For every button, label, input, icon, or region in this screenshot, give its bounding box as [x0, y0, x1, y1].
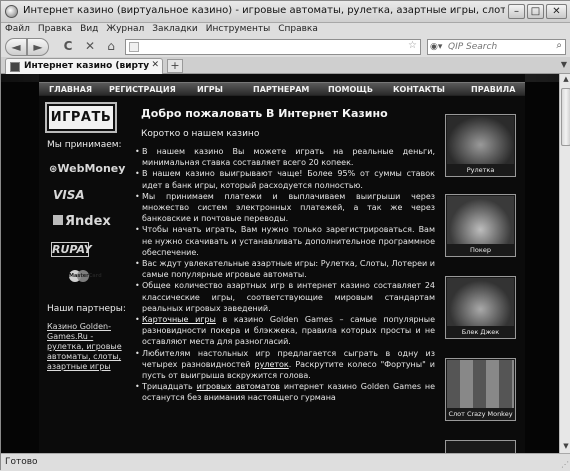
title-bar: Интернет казино (виртуальное казино) - и… — [1, 1, 570, 23]
partners-label: Наши партнеры: — [47, 304, 126, 314]
main-column: Добро пожаловать В Интернет Казино Корот… — [135, 96, 437, 453]
play-button[interactable]: ИГРАТЬ — [47, 104, 115, 131]
visa-logo: VISA — [53, 188, 85, 202]
slot-machines-link[interactable]: игровых автоматов — [197, 382, 280, 391]
menu-edit[interactable]: Правка — [34, 23, 76, 34]
stop-icon[interactable]: ✕ — [81, 38, 99, 56]
page-content: ГЛАВНАЯ РЕГИСТРАЦИЯ ИГРЫ ПАРТНЕРАМ ПОМОЩ… — [1, 74, 559, 453]
game-caption: Покер — [470, 246, 491, 254]
close-button[interactable]: ✕ — [546, 4, 567, 19]
scroll-up-icon[interactable]: ▲ — [561, 75, 570, 85]
slot-machine-image — [447, 360, 514, 408]
reload-icon[interactable]: C — [59, 38, 77, 56]
roulette-wheel-image — [447, 116, 514, 164]
page-icon — [129, 42, 139, 52]
tab-list-icon[interactable]: ▼ — [561, 60, 567, 69]
list-item: Мы принимаем платежи и выплачиваем выигр… — [135, 191, 435, 225]
nav-help[interactable]: ПОМОЩЬ — [328, 85, 373, 94]
forward-button[interactable]: ► — [27, 38, 49, 56]
poker-table-image — [447, 196, 514, 244]
nav-registration[interactable]: РЕГИСТРАЦИЯ — [109, 85, 176, 94]
nav-partners[interactable]: ПАРТНЕРАМ — [253, 85, 309, 94]
webmoney-logo: ⊛WebMoney — [49, 162, 126, 175]
game-caption: Рулетка — [466, 166, 495, 174]
firefox-icon — [5, 5, 18, 18]
navigation-toolbar: ◄ ► C ✕ ⌂ ☆ ◉▾ ⌕ — [1, 37, 570, 57]
game-blackjack[interactable]: Блек Джек — [445, 276, 516, 339]
search-engine-icon[interactable]: ◉▾ — [430, 42, 442, 52]
nav-rules[interactable]: ПРАВИЛА — [471, 85, 515, 94]
nav-games[interactable]: ИГРЫ — [197, 85, 223, 94]
menu-file[interactable]: Файл — [1, 23, 34, 34]
status-bar: Готово ⋰ — [1, 453, 570, 471]
address-bar[interactable]: ☆ — [125, 39, 421, 55]
site-container: ГЛАВНАЯ РЕГИСТРАЦИЯ ИГРЫ ПАРТНЕРАМ ПОМОЩ… — [39, 74, 525, 453]
game-roulette[interactable]: Рулетка — [445, 114, 516, 177]
feature-list: В нашем казино Вы можете играть на реаль… — [135, 146, 435, 404]
nav-home[interactable]: ГЛАВНАЯ — [49, 85, 92, 94]
list-item: В нашем казино Вы можете играть на реаль… — [135, 146, 435, 168]
new-tab-button[interactable]: + — [167, 59, 183, 73]
menu-bookmarks[interactable]: Закладки — [148, 23, 202, 34]
list-item: В нашем казино выигрывают чаще! Более 95… — [135, 168, 435, 190]
nav-contacts[interactable]: КОНТАКТЫ — [393, 85, 445, 94]
menu-tools[interactable]: Инструменты — [202, 23, 274, 34]
search-box[interactable]: ◉▾ ⌕ — [427, 39, 566, 55]
tab-favicon-icon — [10, 62, 20, 72]
menu-history[interactable]: Журнал — [102, 23, 148, 34]
list-item: Чтобы начать играть, Вам нужно только за… — [135, 224, 435, 258]
list-item: Вас ждут увлекательные азартные игры: Ру… — [135, 258, 435, 280]
vertical-scrollbar[interactable]: ▲ ▼ — [559, 74, 570, 453]
list-item: Трицадцать игровых автоматов интернет ка… — [135, 381, 435, 403]
browser-window: Интернет казино (виртуальное казино) - и… — [0, 0, 570, 471]
partner-link[interactable]: Казино Golden-Games.Ru - рулетка, игровы… — [47, 322, 129, 372]
yandex-money-logo: Яndex — [53, 214, 113, 229]
search-icon[interactable]: ⌕ — [556, 40, 562, 51]
page-heading: Добро пожаловать В Интернет Казино — [141, 107, 388, 120]
rupay-logo: RUPAY — [51, 242, 92, 257]
minimize-button[interactable]: – — [508, 4, 525, 19]
back-button[interactable]: ◄ — [5, 38, 27, 56]
scroll-thumb[interactable] — [561, 88, 570, 146]
status-text: Готово — [5, 457, 38, 467]
maximize-button[interactable]: □ — [527, 4, 544, 19]
tab-label: Интернет казино (виртуальное казино) - и… — [24, 61, 149, 71]
tab-close-icon[interactable]: ✕ — [151, 60, 159, 70]
game-crazy-monkey[interactable]: Слот Crazy Monkey — [445, 358, 516, 421]
games-sidebar: Рулетка Покер Блек Джек Слот Crazy Monke… — [439, 96, 525, 453]
tab-strip: Интернет казино (виртуальное казино) - и… — [1, 57, 570, 74]
site-nav: ГЛАВНАЯ РЕГИСТРАЦИЯ ИГРЫ ПАРТНЕРАМ ПОМОЩ… — [39, 82, 525, 96]
list-item: Общее количество азартных игр в интернет… — [135, 280, 435, 314]
tab-active[interactable]: Интернет казино (виртуальное казино) - и… — [5, 58, 163, 74]
mastercard-logo: MasterCard — [69, 270, 102, 282]
game-caption: Слот Crazy Monkey — [448, 410, 513, 418]
home-icon[interactable]: ⌂ — [102, 38, 120, 56]
list-item: Любителям настольных игр предлагается сы… — [135, 348, 435, 382]
page-subheading: Коротко о нашем казино — [141, 129, 260, 139]
game-caption: Блек Джек — [461, 328, 500, 336]
window-title: Интернет казино (виртуальное казино) - и… — [23, 5, 505, 16]
resize-grip-icon[interactable]: ⋰ — [561, 460, 569, 469]
blackjack-table-image — [447, 278, 514, 326]
menu-view[interactable]: Вид — [76, 23, 102, 34]
scroll-down-icon[interactable]: ▼ — [561, 442, 570, 452]
game-next[interactable] — [445, 440, 516, 453]
card-games-link[interactable]: Карточные игры — [142, 315, 216, 324]
list-item: Карточные игры в казино Golden Games – с… — [135, 314, 435, 348]
bookmark-star-icon[interactable]: ☆ — [408, 40, 417, 51]
menu-help[interactable]: Справка — [274, 23, 322, 34]
left-sidebar: ИГРАТЬ Мы принимаем: ⊛WebMoney VISA Яnde… — [39, 96, 133, 453]
search-input[interactable] — [448, 41, 548, 53]
roulette-link[interactable]: рулеток — [255, 360, 289, 369]
game-poker[interactable]: Покер — [445, 194, 516, 257]
payments-label: Мы принимаем: — [47, 140, 122, 150]
menu-bar: Файл Правка Вид Журнал Закладки Инструме… — [1, 23, 570, 37]
